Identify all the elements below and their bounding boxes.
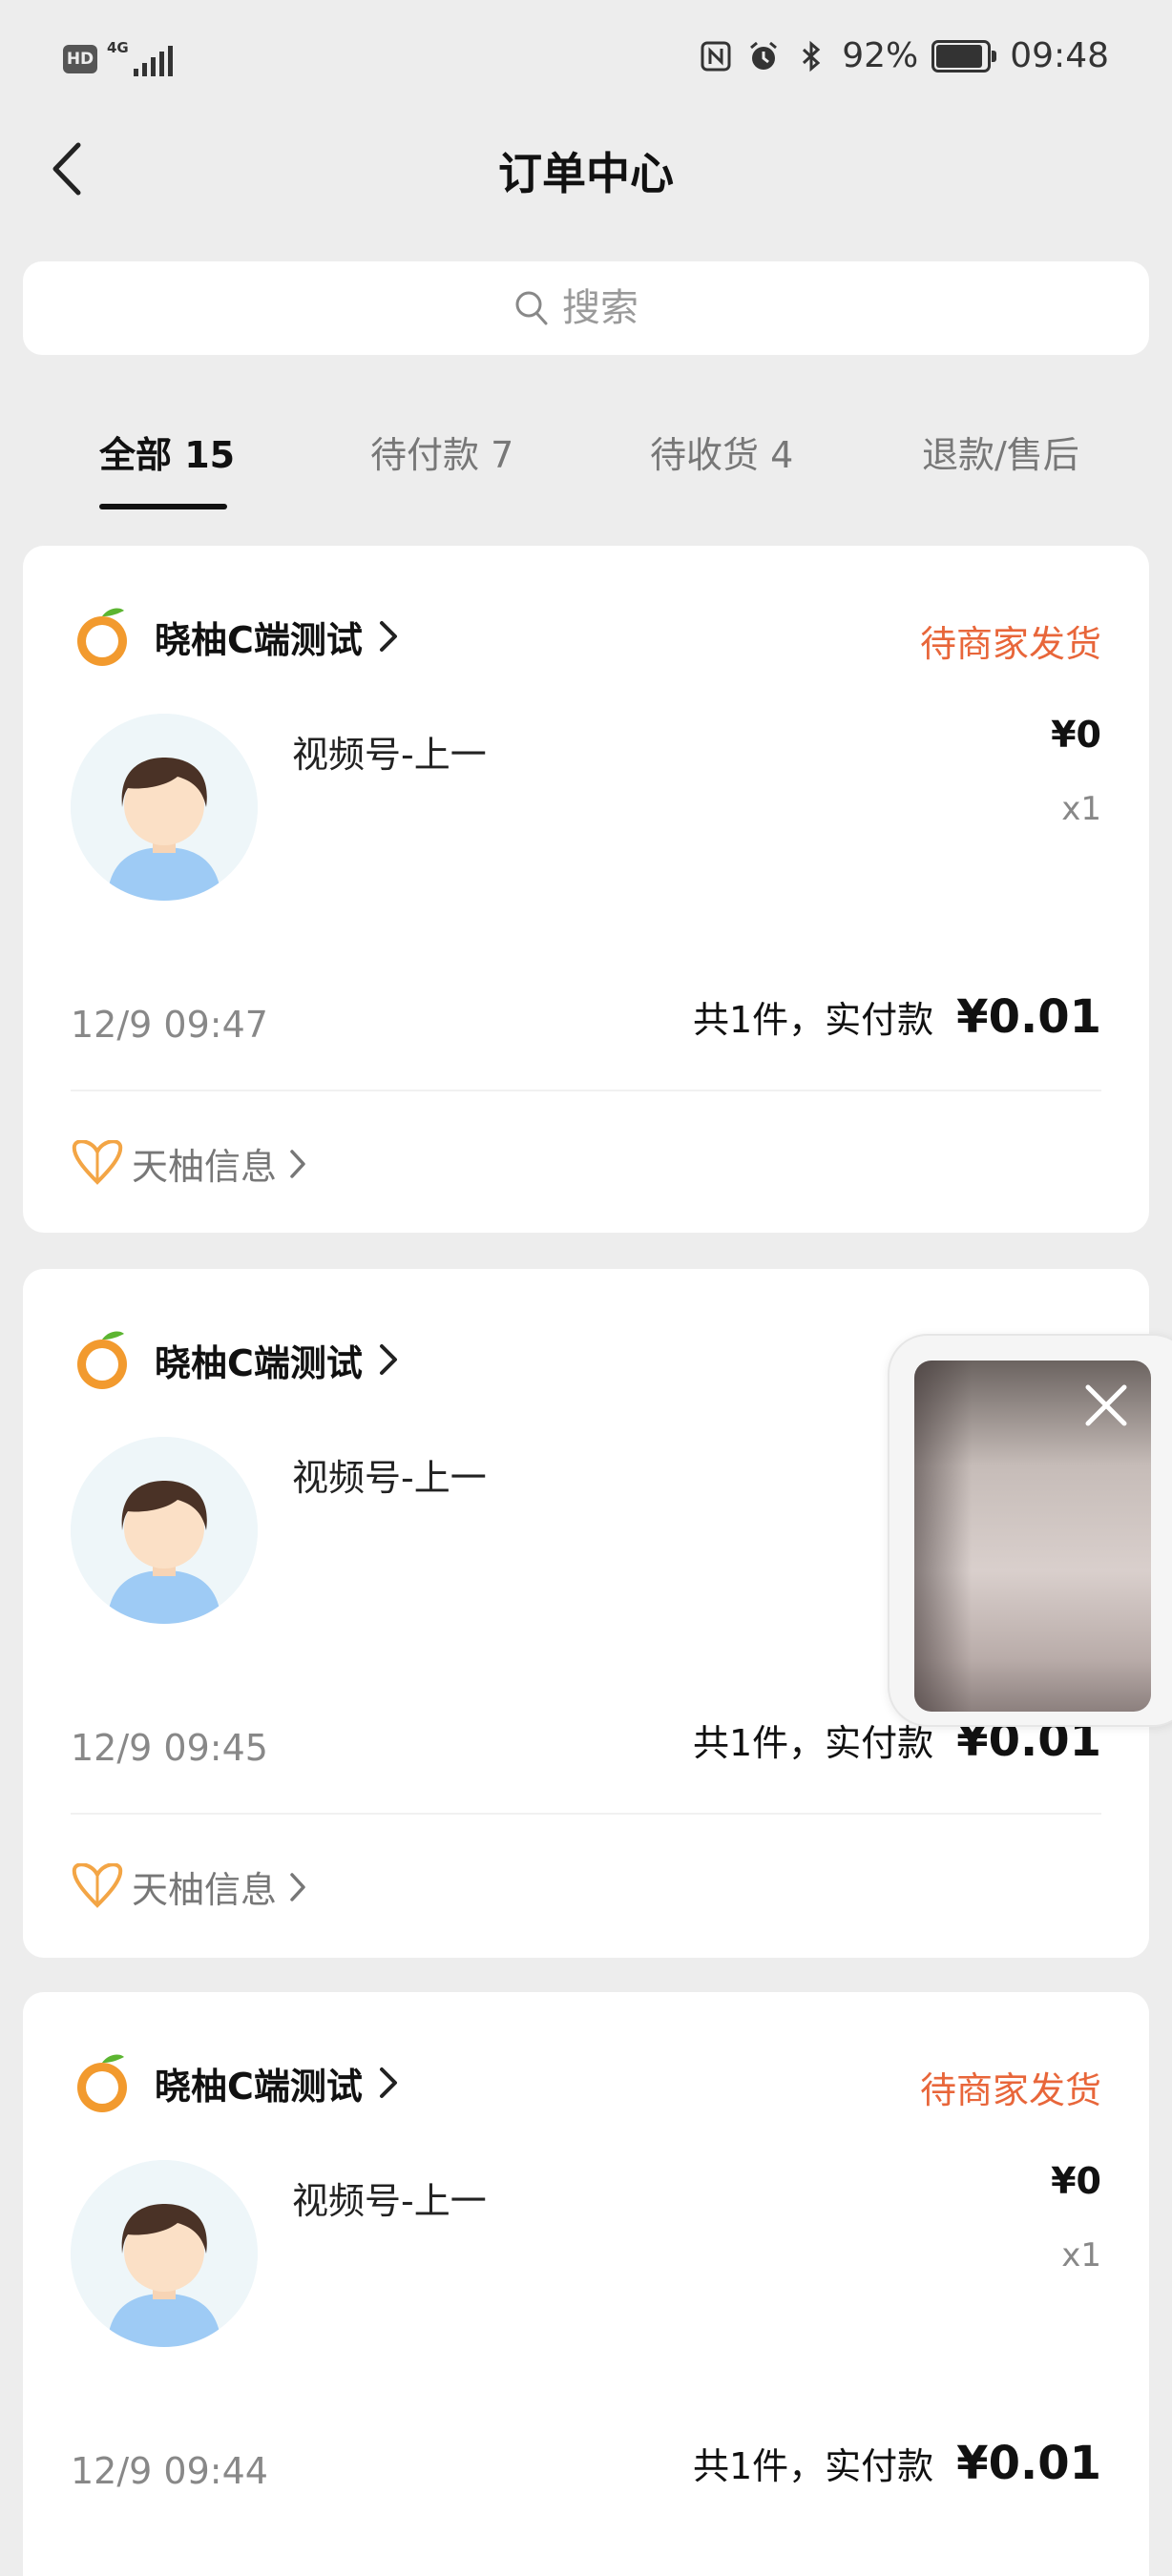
merchant-link[interactable]: 天柚信息 <box>71 1137 307 1190</box>
product-quantity: x1 <box>1061 2236 1101 2275</box>
order-tabs: 全部 15 待付款 7 待收货 4 退款/售后 <box>0 401 1172 515</box>
order-card[interactable]: 晓柚C端测试 待商家发货 视频号-上一 ¥0 x1 12/9 09:44 共1件… <box>23 1992 1149 2576</box>
clock: 09:48 <box>1010 36 1109 75</box>
status-right: 92% 09:48 <box>699 36 1109 75</box>
order-status: 待商家发货 <box>919 623 1101 665</box>
butterfly-logo-icon <box>72 1139 123 1185</box>
nav-header: 订单中心 <box>0 118 1172 225</box>
shop-name: 晓柚C端测试 <box>155 2065 363 2108</box>
battery-percent: 92% <box>842 36 919 75</box>
product-price: ¥0 <box>1051 714 1101 756</box>
chevron-right-icon <box>379 1344 397 1375</box>
search-input[interactable] <box>562 286 658 330</box>
order-time: 12/9 09:44 <box>71 2450 268 2492</box>
chevron-right-icon <box>379 621 397 652</box>
status-left: HD 4G <box>63 39 173 78</box>
shop-link[interactable]: 晓柚C端测试 <box>71 603 399 670</box>
summary-text: 共1件，实付款 <box>692 2445 934 2487</box>
order-center-page: HD 4G 92% 09:48 订单中心 搜索 全部 15 待付款 7 待收货 … <box>0 0 1172 2576</box>
tab-pending-receipt[interactable]: 待收货 4 <box>650 426 793 478</box>
search-icon <box>515 291 548 325</box>
product-title: 视频号-上一 <box>292 2180 487 2222</box>
tab-refund[interactable]: 退款/售后 <box>922 426 1079 478</box>
order-summary: 共1件，实付款 ¥0.01 <box>693 990 1101 1044</box>
page-title: 订单中心 <box>498 148 674 199</box>
order-status: 待商家发货 <box>919 2069 1101 2111</box>
merchant-name: 天柚信息 <box>132 1146 278 1188</box>
floating-video-window[interactable] <box>888 1334 1172 1727</box>
product-title: 视频号-上一 <box>292 1457 487 1499</box>
product-thumbnail <box>71 2160 258 2347</box>
tab-active-indicator <box>99 504 227 509</box>
order-card[interactable]: 晓柚C端测试 待商家发货 视频号-上一 ¥0 x1 12/9 09:47 共1件… <box>23 546 1149 1233</box>
orange-logo-icon <box>77 2054 127 2112</box>
product-title: 视频号-上一 <box>292 734 487 776</box>
shop-link[interactable]: 晓柚C端测试 <box>71 2049 399 2116</box>
product-quantity: x1 <box>1061 790 1101 828</box>
avatar-icon <box>71 714 258 901</box>
chevron-right-icon <box>290 1149 305 1178</box>
hd-badge: HD <box>63 45 97 73</box>
butterfly-logo-icon <box>72 1862 123 1908</box>
search-bar[interactable] <box>23 261 1149 355</box>
network-type: 4G <box>107 39 129 56</box>
merchant-name: 天柚信息 <box>132 1869 278 1911</box>
avatar-icon <box>71 2160 258 2347</box>
chevron-right-icon <box>379 2067 397 2098</box>
battery-icon <box>931 39 997 73</box>
summary-text: 共1件，实付款 <box>692 999 934 1041</box>
tab-all[interactable]: 全部 15 <box>99 426 235 478</box>
order-time: 12/9 09:45 <box>71 1727 268 1769</box>
orange-logo-icon <box>77 608 127 666</box>
product-thumbnail <box>71 1437 258 1624</box>
tab-pending-payment[interactable]: 待付款 7 <box>370 426 513 478</box>
divider <box>71 1813 1101 1815</box>
order-summary: 共1件，实付款 ¥0.01 <box>693 2437 1101 2490</box>
order-time: 12/9 09:47 <box>71 1004 268 1046</box>
shop-link[interactable]: 晓柚C端测试 <box>71 1326 399 1393</box>
merchant-link[interactable]: 天柚信息 <box>71 1860 307 1913</box>
orange-logo-icon <box>77 1331 127 1389</box>
divider <box>71 1090 1101 1091</box>
product-thumbnail <box>71 714 258 901</box>
shop-name: 晓柚C端测试 <box>155 1341 363 1384</box>
avatar-icon <box>71 1437 258 1624</box>
signal-icon: 4G <box>107 39 173 78</box>
alarm-icon <box>750 41 778 70</box>
status-bar: HD 4G 92% 09:48 <box>0 0 1172 118</box>
order-total: ¥0.01 <box>956 990 1101 1044</box>
summary-text: 共1件，实付款 <box>692 1722 934 1764</box>
product-price: ¥0 <box>1051 2160 1101 2202</box>
shop-name: 晓柚C端测试 <box>155 618 363 661</box>
chevron-right-icon <box>290 1872 305 1901</box>
order-total: ¥0.01 <box>956 2437 1101 2490</box>
video-preview[interactable] <box>914 1361 1151 1712</box>
close-icon[interactable] <box>1080 1380 1132 1431</box>
nfc-icon <box>701 41 731 71</box>
bluetooth-icon <box>803 40 821 72</box>
